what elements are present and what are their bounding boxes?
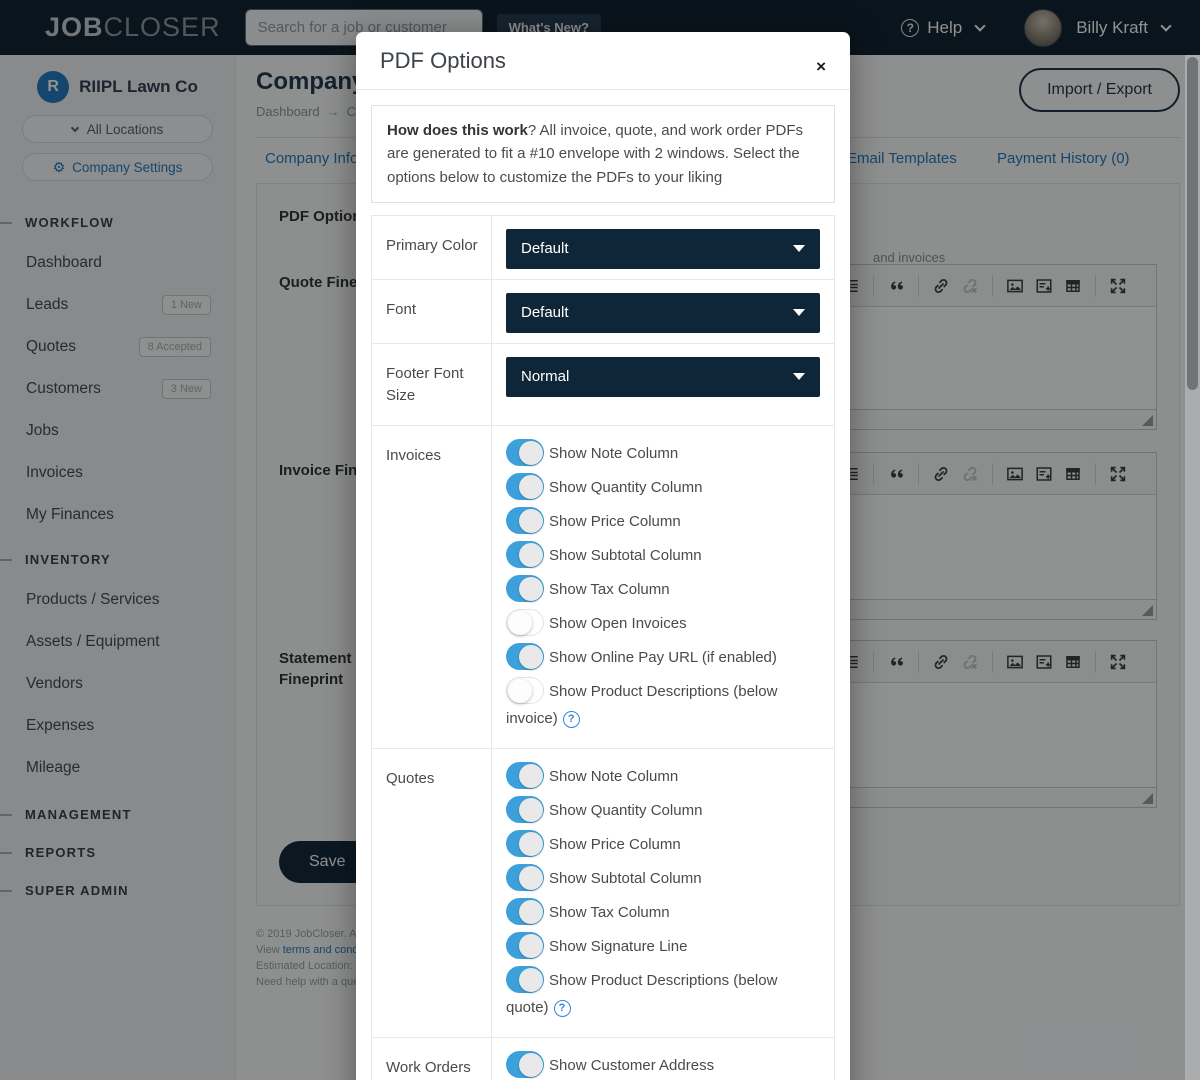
- caret-down-icon: [793, 309, 805, 316]
- toggle-switch[interactable]: [506, 643, 544, 670]
- toggle-label: Show Subtotal Column: [549, 547, 702, 564]
- footer-font-size-label: Footer Font Size: [372, 344, 492, 426]
- app-window: JOBCLOSER What's New? ? Help Billy Kraft…: [0, 0, 1200, 1080]
- help-icon[interactable]: ?: [554, 1000, 571, 1017]
- toggle-option: Show Product Descriptions (below invoice…: [506, 677, 820, 732]
- toggle-option: Show Tax Column: [506, 898, 820, 926]
- help-icon[interactable]: ?: [563, 711, 580, 728]
- toggle-label: Show Price Column: [549, 513, 681, 530]
- work-orders-label: Work Orders: [372, 1038, 492, 1080]
- primary-color-row: Primary Color Default: [372, 216, 834, 280]
- toggle-label: Show Subtotal Column: [549, 870, 702, 887]
- invoices-label: Invoices: [372, 426, 492, 748]
- toggle-switch[interactable]: [506, 473, 544, 500]
- work-orders-toggle-list: Show Customer AddressShow Customer Phone…: [492, 1038, 834, 1080]
- scrollbar-thumb[interactable]: [1187, 57, 1198, 390]
- toggle-switch[interactable]: [506, 898, 544, 925]
- work-orders-toggle-row: Work Orders Show Customer AddressShow Cu…: [372, 1038, 834, 1080]
- toggle-option: Show Note Column: [506, 762, 820, 790]
- quotes-toggle-row: Quotes Show Note Column Show Quantity Col…: [372, 749, 834, 1038]
- modal-title: PDF Options: [380, 48, 506, 75]
- toggle-switch[interactable]: [506, 541, 544, 568]
- toggle-label: Show Price Column: [549, 836, 681, 853]
- toggle-label: Show Customer Address: [549, 1057, 714, 1074]
- toggle-label: Show Tax Column: [549, 904, 670, 921]
- toggle-label: Show Quantity Column: [549, 802, 702, 819]
- caret-down-icon: [793, 373, 805, 380]
- toggle-label: Show Product Descriptions (below quote): [506, 972, 777, 1016]
- toggle-switch[interactable]: [506, 864, 544, 891]
- toggle-label: Show Note Column: [549, 445, 678, 462]
- toggle-option: Show Tax Column: [506, 575, 820, 603]
- toggle-switch[interactable]: [506, 762, 544, 789]
- toggle-option: Show Subtotal Column: [506, 541, 820, 569]
- invoices-toggle-list: Show Note Column Show Quantity Column Show…: [492, 426, 834, 748]
- font-row: Font Default: [372, 280, 834, 344]
- footer-font-size-row: Footer Font Size Normal: [372, 344, 834, 427]
- toggle-switch[interactable]: [506, 796, 544, 823]
- toggle-option: Show Quantity Column: [506, 796, 820, 824]
- toggle-label: Show Signature Line: [549, 938, 687, 955]
- toggle-switch[interactable]: [506, 575, 544, 602]
- caret-down-icon: [793, 245, 805, 252]
- toggle-label: Show Open Invoices: [549, 615, 687, 632]
- toggle-switch[interactable]: [506, 1051, 544, 1078]
- toggle-label: Show Note Column: [549, 768, 678, 785]
- toggle-option: Show Price Column: [506, 507, 820, 535]
- toggle-option: Show Open Invoices: [506, 609, 820, 637]
- toggle-option: Show Online Pay URL (if enabled): [506, 643, 820, 671]
- font-select[interactable]: Default: [506, 293, 820, 333]
- toggle-label: Show Tax Column: [549, 581, 670, 598]
- toggle-option: Show Note Column: [506, 439, 820, 467]
- close-icon[interactable]: ×: [816, 58, 826, 75]
- toggle-option: Show Customer Address: [506, 1051, 820, 1079]
- toggle-option: Show Product Descriptions (below quote)?: [506, 966, 820, 1021]
- toggle-option: Show Price Column: [506, 830, 820, 858]
- toggle-label: Show Online Pay URL (if enabled): [549, 649, 777, 666]
- primary-color-select[interactable]: Default: [506, 229, 820, 269]
- toggle-switch[interactable]: [506, 966, 544, 993]
- toggle-switch[interactable]: [506, 507, 544, 534]
- toggle-option: Show Signature Line: [506, 932, 820, 960]
- toggle-label: Show Quantity Column: [549, 479, 702, 496]
- toggle-switch[interactable]: [506, 677, 544, 704]
- pdf-options-modal: PDF Options × How does this work? All in…: [356, 32, 850, 1080]
- toggle-label: Show Product Descriptions (below invoice…: [506, 683, 777, 727]
- toggle-switch[interactable]: [506, 932, 544, 959]
- toggle-switch[interactable]: [506, 439, 544, 466]
- toggle-switch[interactable]: [506, 830, 544, 857]
- toggle-option: Show Quantity Column: [506, 473, 820, 501]
- invoices-toggle-row: Invoices Show Note Column Show Quantity C…: [372, 426, 834, 749]
- quotes-toggle-list: Show Note Column Show Quantity Column Show…: [492, 749, 834, 1037]
- font-label: Font: [372, 280, 492, 343]
- footer-font-size-select[interactable]: Normal: [506, 357, 820, 397]
- primary-color-label: Primary Color: [372, 216, 492, 279]
- quotes-label: Quotes: [372, 749, 492, 1037]
- pdf-options-form: Primary Color Default Font Default Foote…: [371, 215, 835, 1080]
- scrollbar: [1185, 55, 1200, 1080]
- toggle-switch[interactable]: [506, 609, 544, 636]
- modal-intro: How does this work? All invoice, quote, …: [371, 105, 835, 203]
- toggle-option: Show Subtotal Column: [506, 864, 820, 892]
